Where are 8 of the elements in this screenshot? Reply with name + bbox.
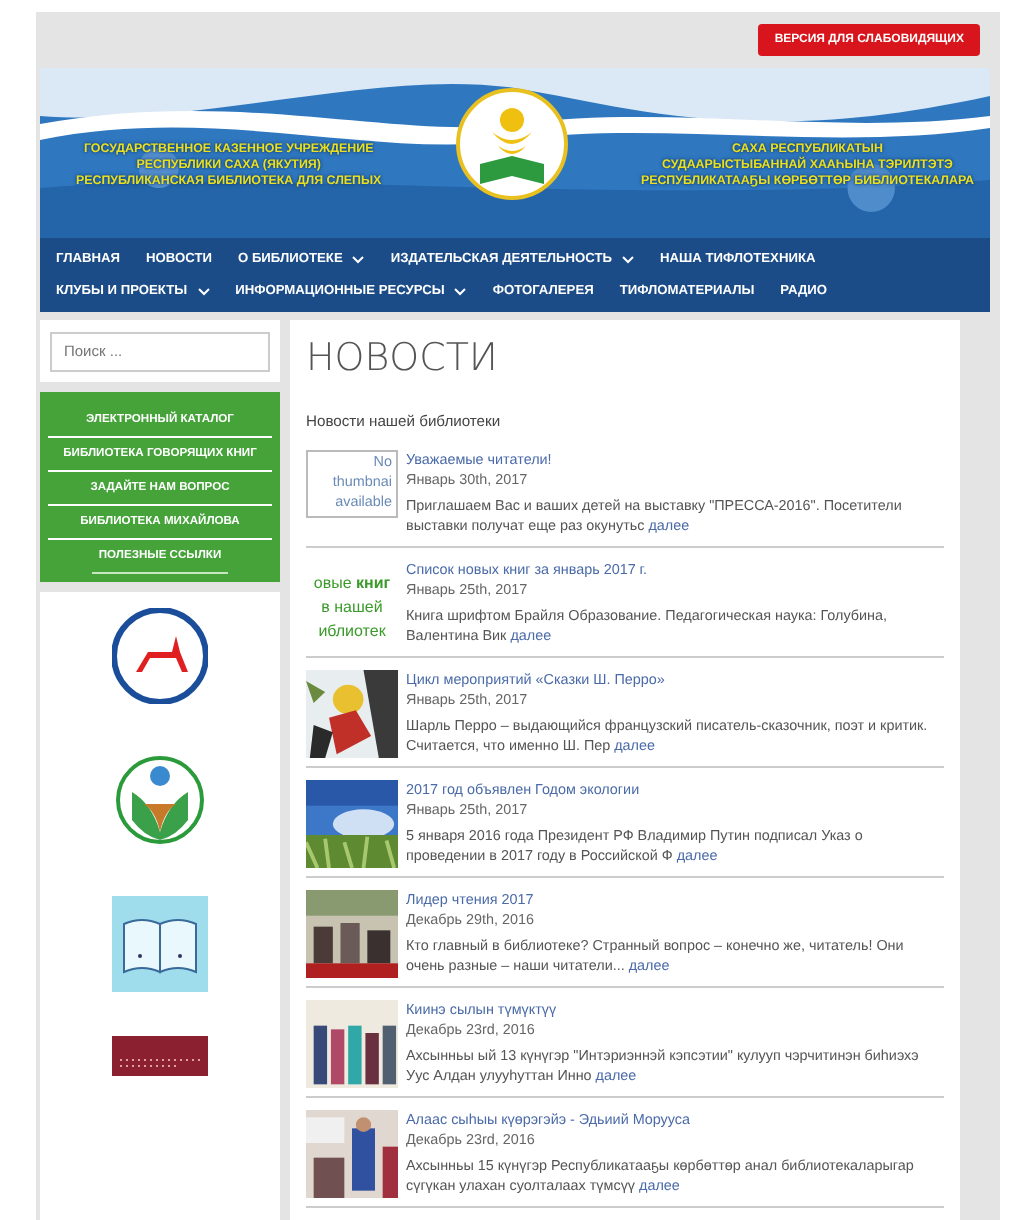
book-logo-icon	[112, 895, 208, 991]
page-title: НОВОСТИ	[306, 336, 500, 380]
thumbnail-caption: иблиотек	[318, 620, 386, 644]
emblem-icon	[112, 607, 208, 703]
library-logo-icon	[455, 88, 568, 200]
thumbnail-caption: овые книг	[313, 572, 391, 596]
thumbnail-caption: в нашей	[321, 596, 383, 620]
banner-logo-icon	[112, 1035, 208, 1075]
